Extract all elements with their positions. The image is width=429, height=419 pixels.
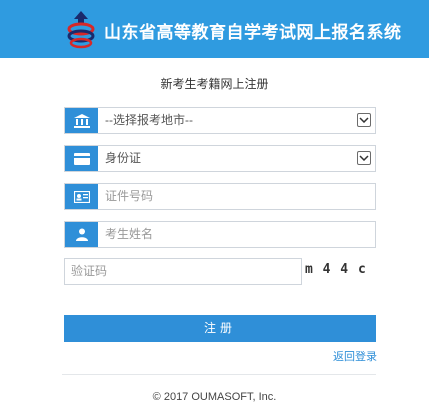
card-icon	[65, 146, 98, 171]
captcha-placeholder: 验证码	[71, 264, 108, 278]
logo-icon	[67, 11, 95, 49]
id-number-placeholder: 证件号码	[105, 189, 154, 203]
captcha-image[interactable]: m 4 4 c	[305, 262, 377, 284]
id-type-value: 身份证	[105, 151, 142, 165]
id-number-field[interactable]: 证件号码	[64, 183, 376, 210]
back-to-login-link[interactable]: 返回登录	[333, 348, 377, 364]
name-placeholder: 考生姓名	[105, 227, 154, 241]
chevron-down-icon[interactable]	[357, 151, 371, 165]
app-title: 山东省高等教育自学考试网上报名系统	[104, 23, 402, 42]
name-field[interactable]: 考生姓名	[64, 221, 376, 248]
form-title: 新考生考籍网上注册	[160, 77, 269, 91]
id-card-icon	[65, 184, 98, 209]
region-select-value: --选择报考地市--	[105, 113, 193, 127]
region-select[interactable]: --选择报考地市--	[64, 107, 376, 134]
user-icon	[65, 222, 98, 247]
id-type-select[interactable]: 身份证	[64, 145, 376, 172]
chevron-down-icon[interactable]	[357, 113, 371, 127]
divider	[62, 374, 376, 375]
bank-icon	[65, 108, 98, 133]
register-button[interactable]: 注册	[64, 315, 376, 342]
captcha-field[interactable]: 验证码	[64, 258, 302, 285]
copyright-text: © 2017 OUMASOFT, Inc.	[152, 391, 277, 403]
app-header: 山东省高等教育自学考试网上报名系统	[0, 0, 429, 58]
